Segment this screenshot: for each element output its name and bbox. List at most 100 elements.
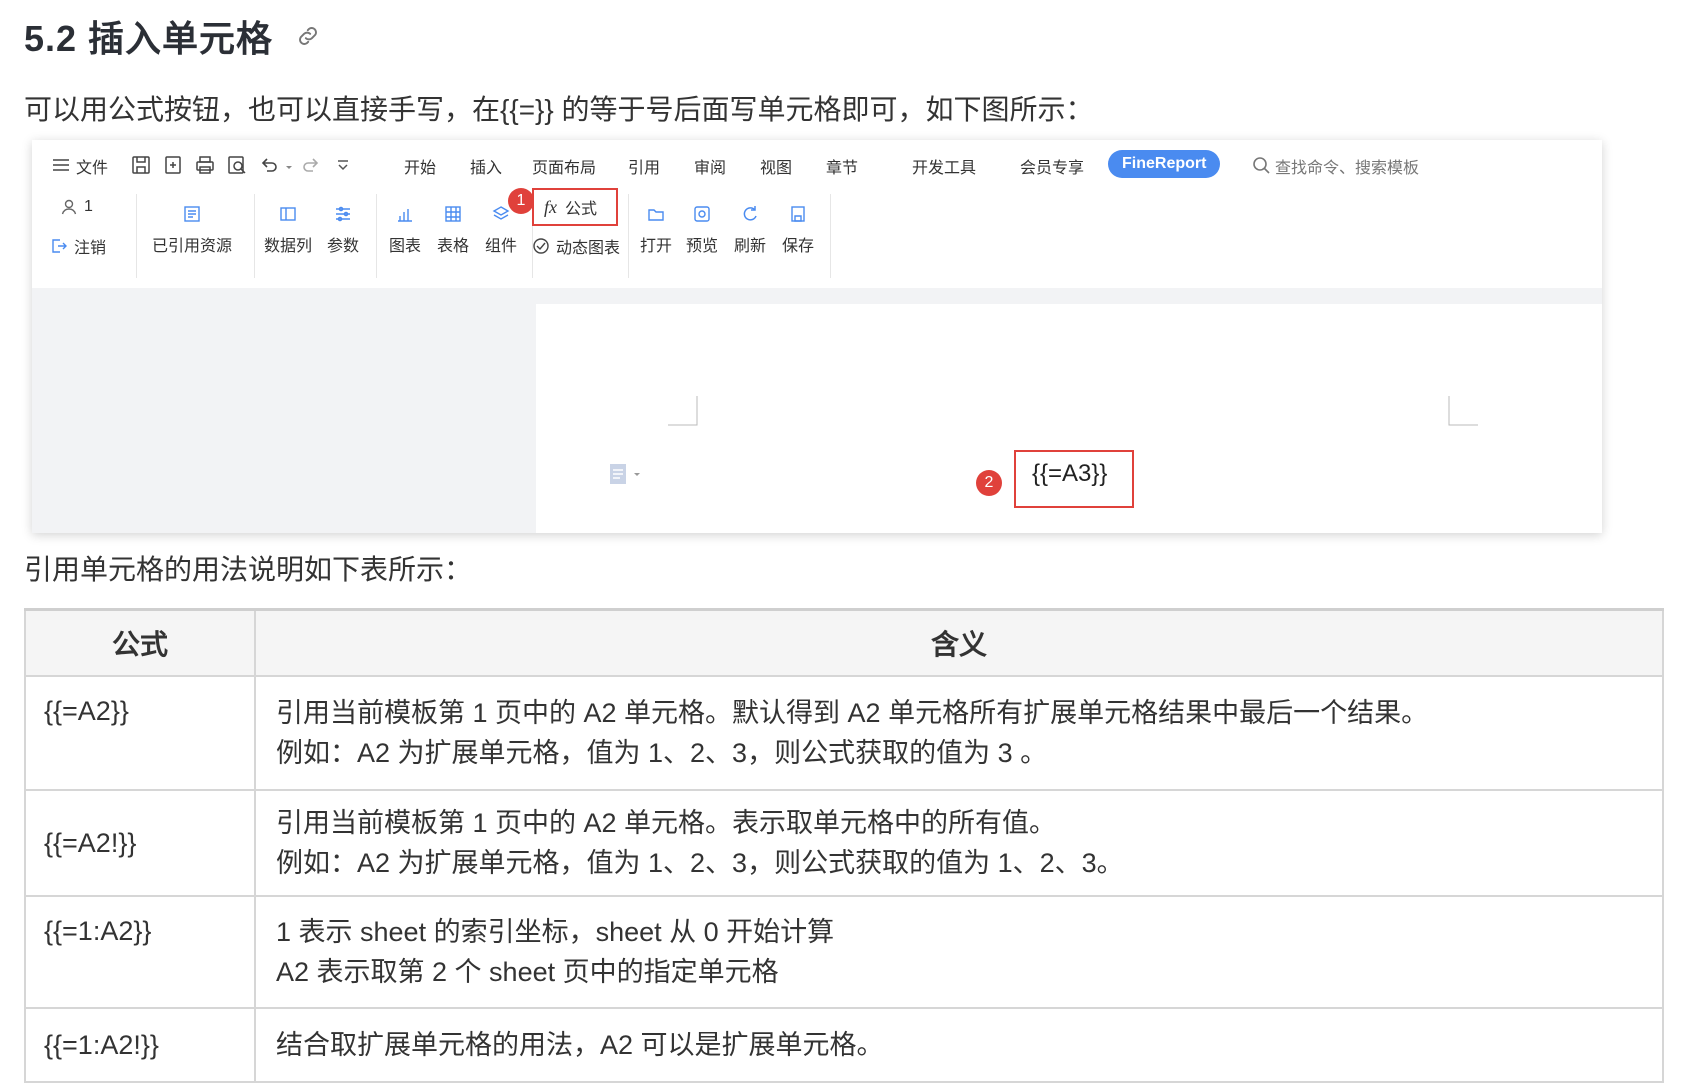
user-count[interactable]: 1 [60,198,93,216]
data-column-icon [280,207,296,221]
save-icon [791,206,805,222]
meaning-cell: 1 表示 sheet 的索引坐标，sheet 从 0 开始计算 A2 表示取第 … [254,895,1664,1009]
params-button[interactable]: 参数 [318,204,368,256]
menu-member[interactable]: 会员专享 [1020,154,1084,178]
meaning-line: 1 表示 sheet 的索引坐标，sheet 从 0 开始计算 [276,917,835,947]
logout-label: 注销 [74,240,107,257]
formula-cell: {{=1:A2!}} [24,1007,256,1083]
formula-label: 公式 [565,201,598,218]
component-label: 组件 [484,238,517,255]
resource-icon [184,206,200,222]
undo-icon[interactable] [258,154,280,176]
table-row: {{=1:A2!}} 结合取扩展单元格的用法，A2 可以是扩展单元格。 [24,1007,1664,1083]
save-button[interactable]: 保存 [778,204,818,256]
more-dropdown-icon[interactable] [332,154,354,176]
layers-icon [492,206,510,220]
preview-button[interactable]: 预览 [682,204,722,256]
chart-button[interactable]: 图表 [382,204,428,256]
menu-file[interactable]: 文件 [76,154,108,178]
save-label: 保存 [781,238,814,255]
page-margin-corner [668,396,698,426]
fx-icon: fx [544,196,557,217]
command-search[interactable]: 查找命令、搜索模板 [1252,154,1419,178]
meaning-cell: 引用当前模板第 1 页中的 A2 单元格。默认得到 A2 单元格所有扩展单元格结… [254,675,1664,791]
document-icon[interactable] [608,462,644,486]
formula-cell: {{=A2!}} [24,789,256,897]
intro-paragraph: 可以用公式按钮，也可以直接手写，在{{=}} 的等于号后面写单元格即可，如下图所… [24,94,1094,125]
menu-view[interactable]: 视图 [760,154,792,178]
meaning-line: 例如：A2 为扩展单元格，值为 1、2、3，则公式获取的值为 1、2、3。 [276,848,1124,878]
refresh-label: 刷新 [733,238,766,255]
refresh-icon [743,206,757,221]
meaning-line: 例如：A2 为扩展单元格，值为 1、2、3，则公式获取的值为 3 。 [276,738,1048,768]
meaning-line: A2 表示取第 2 个 sheet 页中的指定单元格 [276,957,779,987]
menubar: 文件 开始 插入 页面布局 引用 审阅 视图 章节 开发工具 会员专享 Fine… [32,140,1602,188]
formula-cell: {{=A2}} [24,675,256,791]
page-margin-corner [1448,396,1478,426]
meaning-line: 引用当前模板第 1 页中的 A2 单元格。表示取单元格中的所有值。 [276,808,1057,838]
meaning-cell: 结合取扩展单元格的用法，A2 可以是扩展单元格。 [254,1007,1664,1083]
print-icon[interactable] [194,154,216,176]
step-badge-2: 2 [976,470,1002,496]
usage-table: 公式 含义 {{=A2}} 引用当前模板第 1 页中的 A2 单元格。默认得到 … [24,608,1664,1083]
print-preview-icon[interactable] [226,154,248,176]
dynamic-chart-label: 动态图表 [556,240,621,257]
section-title: 5.2 插入单元格 [24,18,274,59]
preview-icon [694,206,710,222]
chart-label: 图表 [388,238,421,255]
link-icon[interactable] [295,23,321,49]
menu-chapter[interactable]: 章节 [826,154,858,178]
table-label: 表格 [436,238,469,255]
ribbon-divider [628,194,629,278]
params-label: 参数 [326,238,359,255]
open-button[interactable]: 打开 [636,204,676,256]
finereport-tab[interactable]: FineReport [1108,150,1221,178]
ribbon-divider [376,194,377,278]
ribbon-divider [830,194,831,278]
export-icon[interactable] [162,154,184,176]
hamburger-icon[interactable] [50,154,72,176]
ribbon-divider [254,194,255,278]
menu-insert[interactable]: 插入 [470,154,502,178]
referenced-resources-button[interactable]: 已引用资源 [142,204,242,256]
step-badge-1: 1 [508,188,534,214]
data-column-label: 数据列 [263,238,312,255]
user-count-text: 1 [84,198,93,215]
open-label: 打开 [639,238,672,255]
params-icon [336,206,350,222]
data-column-button[interactable]: 数据列 [258,204,318,256]
table-header-meaning: 含义 [254,608,1664,677]
undo-dropdown-icon[interactable] [284,154,294,176]
menu-page-layout[interactable]: 页面布局 [532,154,596,178]
search-placeholder: 查找命令、搜索模板 [1275,160,1420,177]
section-heading: 5.2 插入单元格 [24,14,321,59]
logout-icon [52,239,67,253]
formula-button[interactable]: fx 公式 [544,195,597,219]
logout-button[interactable]: 注销 [50,234,106,258]
user-icon [61,199,77,215]
folder-icon [648,209,664,221]
cell-formula-text[interactable]: {{=A3}} [1032,460,1107,488]
meaning-line: 结合取扩展单元格的用法，A2 可以是扩展单元格。 [276,1030,884,1060]
meaning-cell: 引用当前模板第 1 页中的 A2 单元格。表示取单元格中的所有值。 例如：A2 … [254,789,1664,897]
menu-start[interactable]: 开始 [404,154,436,178]
table-icon [445,206,461,222]
formula-cell: {{=1:A2}} [24,895,256,1009]
redo-icon[interactable] [300,154,322,176]
table-row: {{=A2}} 引用当前模板第 1 页中的 A2 单元格。默认得到 A2 单元格… [24,675,1664,791]
dynamic-chart-button[interactable]: 动态图表 [532,234,620,258]
search-icon [1253,157,1270,174]
menu-dev-tools[interactable]: 开发工具 [912,154,976,178]
refresh-button[interactable]: 刷新 [730,204,770,256]
table-row: {{=A2!}} 引用当前模板第 1 页中的 A2 单元格。表示取单元格中的所有… [24,789,1664,897]
menu-review[interactable]: 审阅 [694,154,726,178]
menu-reference[interactable]: 引用 [628,154,660,178]
table-intro-paragraph: 引用单元格的用法说明如下表所示： [24,554,473,585]
referenced-resources-label: 已引用资源 [151,238,232,255]
editor-screenshot: 文件 开始 插入 页面布局 引用 审阅 视图 章节 开发工具 会员专享 Fine… [32,140,1602,533]
chart-icon [398,209,412,222]
dynamic-chart-icon [533,238,549,254]
save-icon[interactable] [130,154,152,176]
table-button[interactable]: 表格 [430,204,476,256]
table-header-formula: 公式 [24,608,256,677]
